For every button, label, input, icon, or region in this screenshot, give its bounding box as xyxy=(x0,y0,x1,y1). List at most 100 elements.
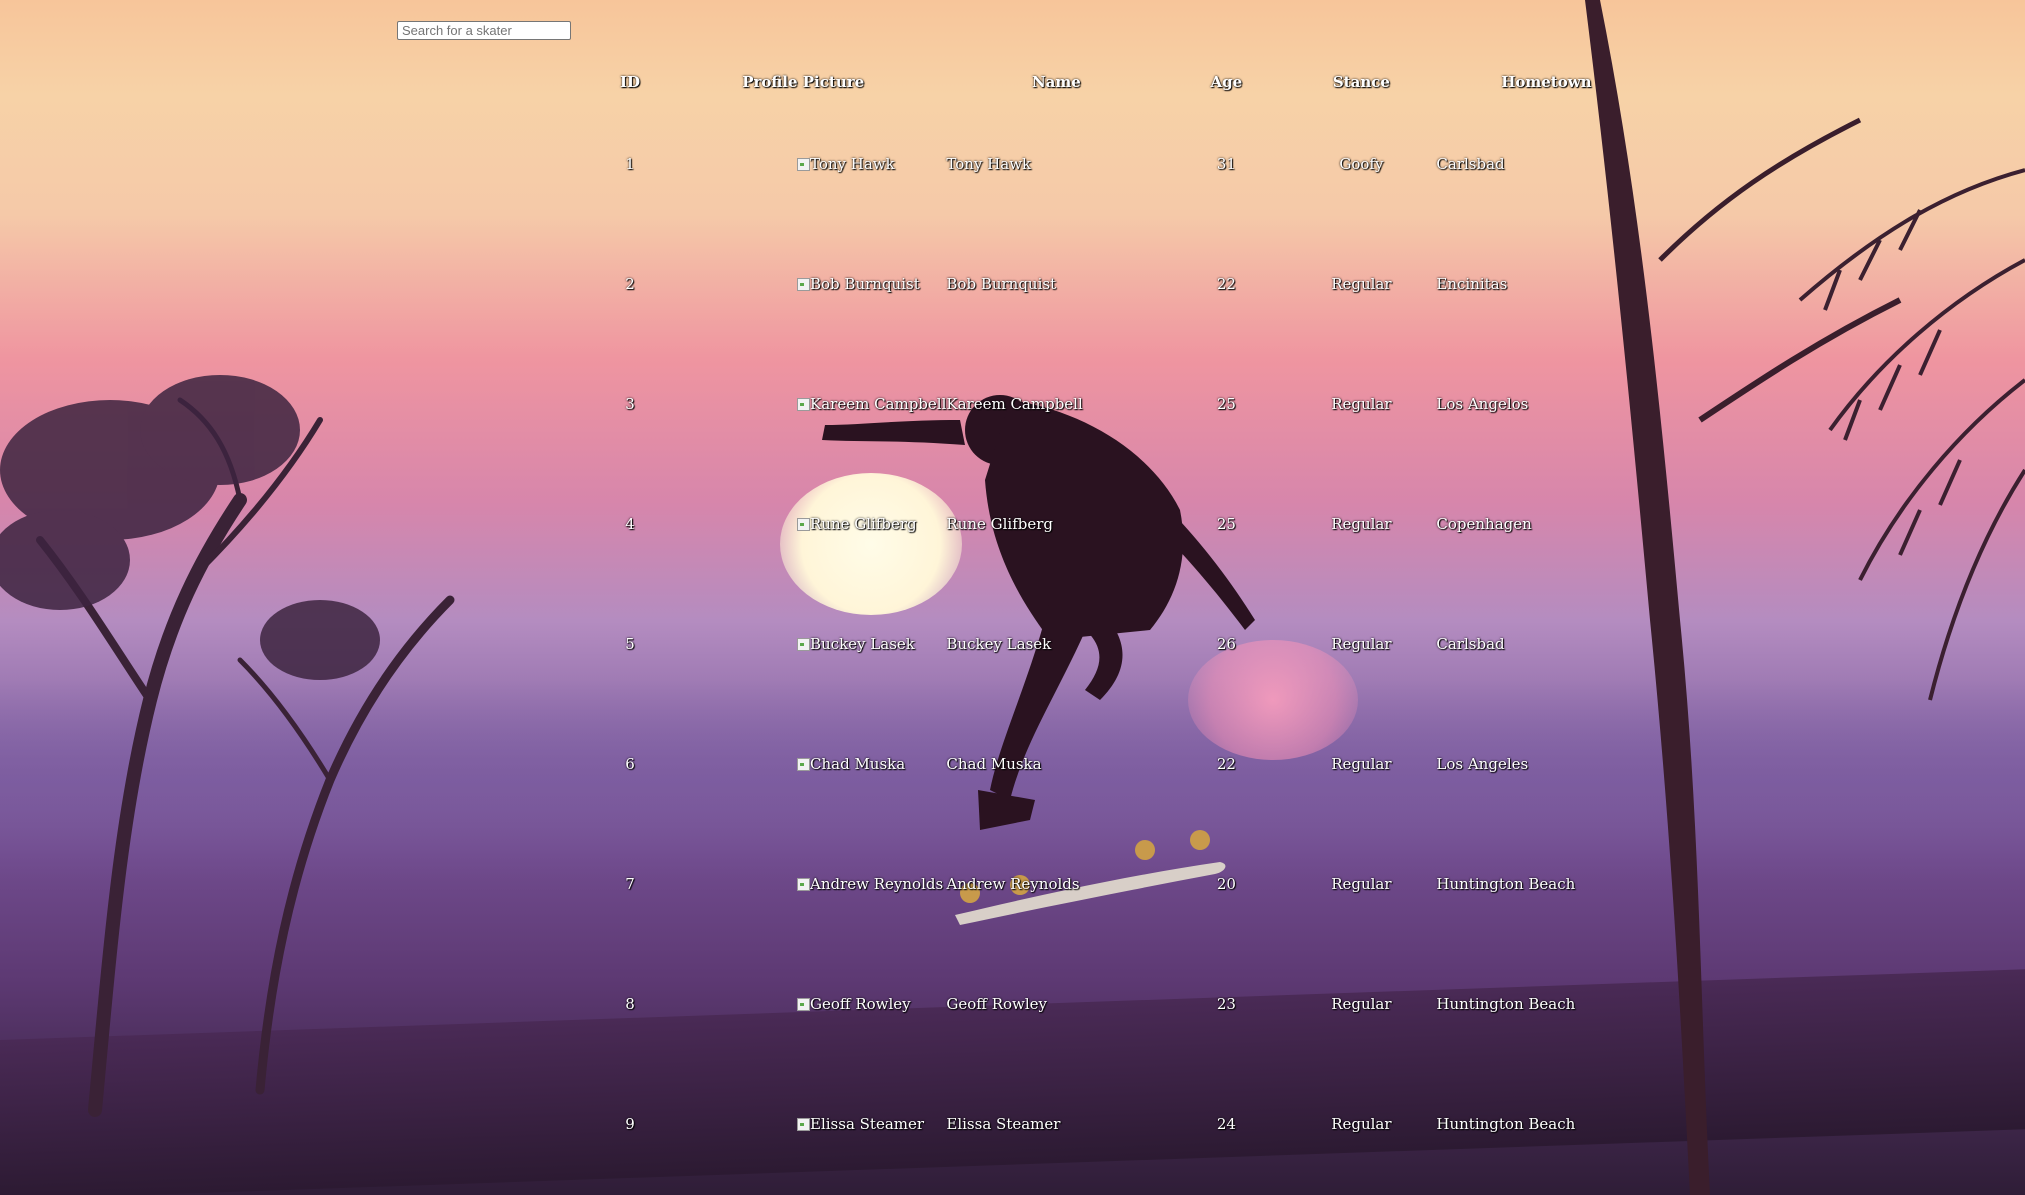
table-row: 9 Elissa Steamer Elissa Steamer 24 Regular Hu… xyxy=(600,1064,1656,1184)
cell-profile-picture: Kareem Campbell xyxy=(660,344,946,464)
cell-profile-picture: Geoff Rowley xyxy=(660,944,946,1064)
profile-picture: Rune Glifberg xyxy=(660,515,917,533)
profile-picture-alt-text: Bob Burnquist xyxy=(810,275,920,293)
cell-name: Tony Hawk xyxy=(946,155,1032,173)
palm-fronds xyxy=(1798,168,2025,701)
profile-picture-alt-text: Rune Glifberg xyxy=(810,515,917,533)
cell-profile-picture: Rune Glifberg xyxy=(660,464,946,584)
cell-id: 1 xyxy=(625,155,635,173)
broken-image-icon xyxy=(796,517,810,531)
cell-age: 25 xyxy=(1216,515,1236,533)
cell-stance: Regular xyxy=(1331,1115,1392,1133)
cell-name: Elissa Steamer xyxy=(946,1115,1061,1133)
cell-age: 23 xyxy=(1216,995,1236,1013)
column-header-name[interactable]: Name xyxy=(946,60,1166,104)
cell-age: 22 xyxy=(1216,275,1236,293)
table-header-row: ID Profile Picture Name Age Stance Homet… xyxy=(600,60,1656,104)
cell-profile-picture: Andrew Reynolds xyxy=(660,824,946,944)
profile-picture: Andrew Reynolds xyxy=(660,875,943,893)
cell-profile-picture: Tony Hawk xyxy=(660,104,946,224)
cell-hometown: Huntington Beach xyxy=(1436,995,1576,1013)
profile-picture: Geoff Rowley xyxy=(660,995,911,1013)
table-row: 4 Rune Glifberg Rune Glifberg 25 Regular Cope… xyxy=(600,464,1656,584)
cell-age: 26 xyxy=(1216,635,1236,653)
cell-stance: Regular xyxy=(1331,275,1392,293)
cell-hometown: Copenhagen xyxy=(1436,515,1532,533)
cell-id: 3 xyxy=(625,395,635,413)
cell-age: 20 xyxy=(1216,875,1236,893)
profile-picture-alt-text: Andrew Reynolds xyxy=(810,875,944,893)
cell-id: 8 xyxy=(625,995,635,1013)
cell-age: 24 xyxy=(1216,1115,1236,1133)
cell-profile-picture: Bob Burnquist xyxy=(660,224,946,344)
cell-profile-picture: Chad Muska xyxy=(660,704,946,824)
cell-stance: Regular xyxy=(1331,875,1392,893)
table-row: 6 Chad Muska Chad Muska 22 Regular Los Angele… xyxy=(600,704,1656,824)
profile-picture: Bob Burnquist xyxy=(660,275,920,293)
cell-stance: Regular xyxy=(1331,635,1392,653)
cell-hometown: Carlsbad xyxy=(1436,155,1505,173)
column-header-hometown[interactable]: Hometown xyxy=(1436,60,1656,104)
profile-picture: Elissa Steamer xyxy=(660,1115,924,1133)
profile-picture: Kareem Campbell xyxy=(660,395,946,413)
profile-picture: Buckey Lasek xyxy=(660,635,915,653)
table-row: 3 Kareem Campbell Kareem Campbell 25 Regular… xyxy=(600,344,1656,464)
search-input[interactable] xyxy=(397,21,571,40)
cell-hometown: Carlsbad xyxy=(1436,635,1505,653)
cell-hometown: Encinitas xyxy=(1436,275,1508,293)
profile-picture-alt-text: Tony Hawk xyxy=(810,155,895,173)
cell-stance: Regular xyxy=(1331,395,1392,413)
cell-age: 22 xyxy=(1216,755,1236,773)
column-header-stance[interactable]: Stance xyxy=(1286,60,1436,104)
cell-name: Buckey Lasek xyxy=(946,635,1052,653)
table-row: 1 Tony Hawk Tony Hawk 31 Goofy Carlsbad xyxy=(600,104,1656,224)
broken-image-icon xyxy=(796,1117,810,1131)
skaters-table: ID Profile Picture Name Age Stance Homet… xyxy=(600,60,1656,1184)
cell-id: 5 xyxy=(625,635,635,653)
cell-id: 6 xyxy=(625,755,635,773)
table-row: 8 Geoff Rowley Geoff Rowley 23 Regular Huntin… xyxy=(600,944,1656,1064)
broken-image-icon xyxy=(796,877,810,891)
cell-hometown: Los Angelos xyxy=(1436,395,1529,413)
cell-name: Andrew Reynolds xyxy=(946,875,1080,893)
cell-stance: Goofy xyxy=(1339,155,1384,173)
column-header-age[interactable]: Age xyxy=(1166,60,1286,104)
profile-picture-alt-text: Kareem Campbell xyxy=(810,395,947,413)
cell-stance: Regular xyxy=(1331,995,1392,1013)
cell-hometown: Huntington Beach xyxy=(1436,1115,1576,1133)
broken-image-icon xyxy=(796,757,810,771)
broken-image-icon xyxy=(796,277,810,291)
left-foliage xyxy=(0,375,380,680)
cell-hometown: Los Angeles xyxy=(1436,755,1529,773)
cell-hometown: Huntington Beach xyxy=(1436,875,1576,893)
cell-id: 7 xyxy=(625,875,635,893)
cell-stance: Regular xyxy=(1331,515,1392,533)
column-header-id[interactable]: ID xyxy=(600,60,660,104)
profile-picture-alt-text: Buckey Lasek xyxy=(810,635,915,653)
profile-picture: Tony Hawk xyxy=(660,155,895,173)
skaters-table-body: 1 Tony Hawk Tony Hawk 31 Goofy Carlsbad 2 Bob B… xyxy=(600,104,1656,1184)
profile-picture: Chad Muska xyxy=(660,755,905,773)
cell-stance: Regular xyxy=(1331,755,1392,773)
profile-picture-alt-text: Elissa Steamer xyxy=(810,1115,925,1133)
broken-image-icon xyxy=(796,397,810,411)
column-header-profile-picture[interactable]: Profile Picture xyxy=(660,60,946,104)
cell-age: 31 xyxy=(1216,155,1236,173)
cell-id: 9 xyxy=(625,1115,635,1133)
cell-name: Geoff Rowley xyxy=(946,995,1048,1013)
cell-name: Chad Muska xyxy=(946,755,1042,773)
table-row: 2 Bob Burnquist Bob Burnquist 22 Regular Enci… xyxy=(600,224,1656,344)
cell-id: 4 xyxy=(625,515,635,533)
table-row: 7 Andrew Reynolds Andrew Reynolds 20 Regular… xyxy=(600,824,1656,944)
profile-picture-alt-text: Geoff Rowley xyxy=(810,995,911,1013)
broken-image-icon xyxy=(796,997,810,1011)
broken-image-icon xyxy=(796,637,810,651)
cell-name: Bob Burnquist xyxy=(946,275,1057,293)
cell-profile-picture: Buckey Lasek xyxy=(660,584,946,704)
cell-name: Rune Glifberg xyxy=(946,515,1054,533)
table-row: 5 Buckey Lasek Buckey Lasek 26 Regular Carlsb… xyxy=(600,584,1656,704)
profile-picture-alt-text: Chad Muska xyxy=(810,755,906,773)
cell-profile-picture: Elissa Steamer xyxy=(660,1064,946,1184)
cell-age: 25 xyxy=(1216,395,1236,413)
cell-id: 2 xyxy=(625,275,635,293)
